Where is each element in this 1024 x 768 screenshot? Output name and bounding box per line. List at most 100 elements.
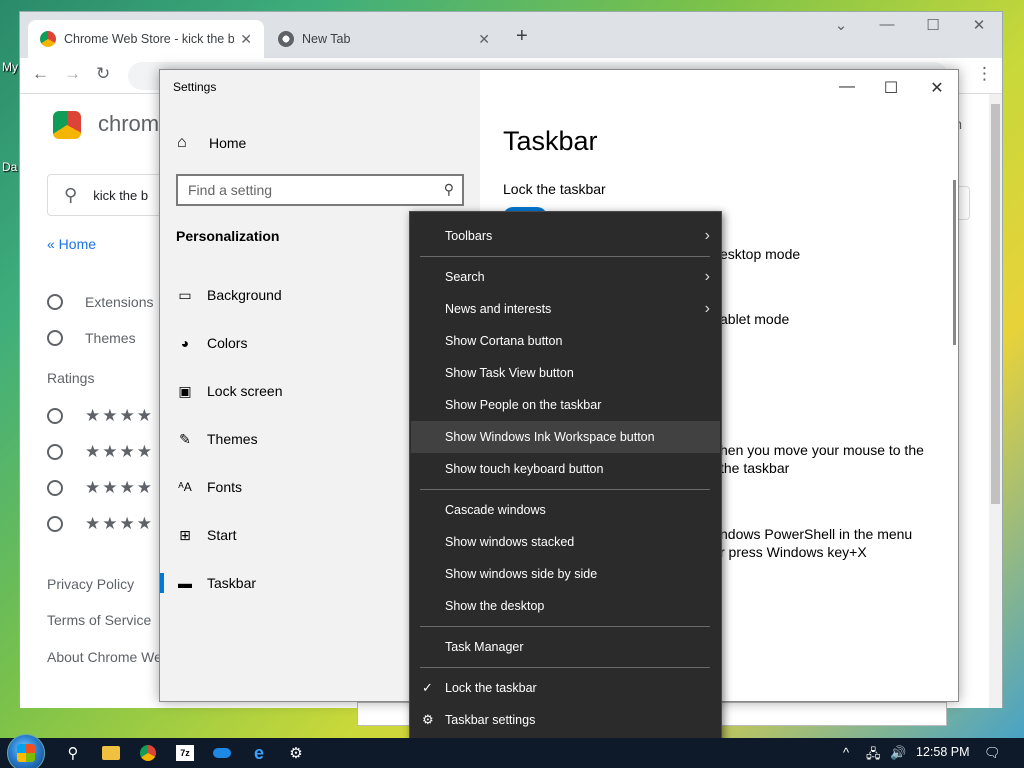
- menu-item-windows-stacked[interactable]: Show windows stacked: [411, 526, 720, 558]
- settings-gear-icon[interactable]: ⚙: [285, 743, 307, 763]
- find-setting-input[interactable]: Find a setting ⚲: [176, 174, 464, 206]
- menu-item-search[interactable]: Search ›: [411, 261, 720, 293]
- setting-label: esktop mode: [720, 246, 801, 262]
- tab-chrome-web-store[interactable]: Chrome Web Store - kick the bu ✕: [28, 20, 264, 58]
- terms-of-service-link[interactable]: Terms of Service: [47, 612, 151, 628]
- privacy-policy-link[interactable]: Privacy Policy: [47, 576, 134, 592]
- clock[interactable]: 12:58 PM: [916, 745, 970, 759]
- radio-button[interactable]: [47, 330, 63, 346]
- maximize-button[interactable]: ☐: [910, 16, 956, 34]
- chrome-web-store-icon: [40, 31, 56, 47]
- maximize-button[interactable]: ☐: [868, 78, 914, 98]
- reload-icon[interactable]: ↻: [96, 64, 110, 84]
- menu-item-show-people[interactable]: Show People on the taskbar: [411, 389, 720, 421]
- menu-item-label: News and interests: [445, 302, 552, 316]
- setting-label: hen you move your mouse to the: [720, 442, 924, 458]
- menu-item-cascade-windows[interactable]: Cascade windows: [411, 494, 720, 526]
- radio-button[interactable]: [47, 444, 63, 460]
- rating-filter[interactable]: ★★★★: [47, 406, 154, 426]
- menu-item-label: Show Windows Ink Workspace button: [445, 430, 655, 444]
- menu-item-label: Show windows side by side: [445, 567, 598, 581]
- menu-item-label: Show Task View button: [445, 366, 574, 380]
- themes-icon: ✎: [179, 430, 191, 447]
- chrome-icon: [278, 31, 294, 47]
- menu-item-show-task-view[interactable]: Show Task View button: [411, 357, 720, 389]
- menu-item-show-windows-ink[interactable]: Show Windows Ink Workspace button: [411, 421, 720, 453]
- tab-new-tab[interactable]: New Tab ✕: [266, 20, 502, 58]
- radio-button[interactable]: [47, 480, 63, 496]
- nav-item-label: Fonts: [207, 479, 243, 495]
- new-tab-button[interactable]: +: [516, 25, 528, 48]
- back-icon[interactable]: ←: [32, 64, 49, 84]
- menu-divider: [420, 489, 710, 490]
- settings-home-link[interactable]: ⌂ Home: [177, 134, 246, 152]
- setting-label: the taskbar: [720, 460, 790, 476]
- desktop-icon-label[interactable]: Da: [2, 160, 17, 174]
- menu-item-lock-taskbar[interactable]: ✓ Lock the taskbar: [411, 672, 720, 704]
- lock-taskbar-label: Lock the taskbar: [503, 181, 606, 197]
- menu-item-windows-side-by-side[interactable]: Show windows side by side: [411, 558, 720, 590]
- network-icon[interactable]: 🖧: [866, 745, 881, 767]
- nav-item-label: Taskbar: [207, 575, 257, 591]
- notifications-icon[interactable]: 🗨: [984, 745, 1001, 761]
- scrollbar-thumb[interactable]: [991, 104, 1000, 504]
- radio-button[interactable]: [47, 294, 63, 310]
- menu-item-news-and-interests[interactable]: News and interests ›: [411, 293, 720, 325]
- palette-icon: ◕: [180, 335, 190, 351]
- setting-label: ablet mode: [720, 311, 790, 327]
- lock-screen-icon: ▣: [178, 382, 192, 399]
- search-icon: ⚲: [64, 184, 78, 205]
- home-link[interactable]: « Home: [47, 236, 96, 252]
- close-tab-icon[interactable]: ✕: [478, 31, 490, 48]
- search-icon[interactable]: ⚲: [62, 743, 84, 763]
- minimize-button[interactable]: —: [864, 16, 910, 33]
- menu-item-show-touch-keyboard[interactable]: Show touch keyboard button: [411, 453, 720, 485]
- close-tab-icon[interactable]: ✕: [240, 31, 252, 48]
- tray-chevron-icon[interactable]: ^: [843, 745, 849, 760]
- desktop-icon-label[interactable]: My: [2, 60, 18, 74]
- onedrive-icon[interactable]: [211, 743, 233, 763]
- close-button[interactable]: ✕: [956, 16, 1002, 34]
- setting-label: r press Windows key+X: [720, 544, 867, 560]
- setting-label: ndows PowerShell in the menu: [720, 526, 913, 542]
- ratings-title: Ratings: [47, 370, 95, 386]
- menu-item-label: Show the desktop: [445, 599, 545, 613]
- content-scrollbar[interactable]: [953, 180, 956, 345]
- minimize-button[interactable]: —: [824, 78, 870, 96]
- category-themes[interactable]: Themes: [47, 330, 136, 346]
- page-scrollbar[interactable]: [989, 94, 1002, 708]
- nav-item-label: Lock screen: [207, 383, 283, 399]
- file-explorer-icon[interactable]: [100, 743, 122, 763]
- chrome-icon[interactable]: [137, 743, 159, 763]
- volume-icon[interactable]: 🔊: [890, 745, 906, 761]
- chevron-right-icon: ›: [704, 268, 710, 285]
- 7zip-icon[interactable]: 7z: [174, 743, 196, 763]
- radio-button[interactable]: [47, 516, 63, 532]
- menu-item-toolbars[interactable]: Toolbars ›: [411, 220, 720, 252]
- taskbar-context-menu: Toolbars › Search › News and interests ›…: [409, 211, 722, 745]
- search-value: kick the b: [93, 187, 149, 203]
- gear-icon: ⚙: [422, 712, 434, 727]
- rating-filter[interactable]: ★★★★: [47, 442, 154, 462]
- close-button[interactable]: ✕: [914, 78, 960, 98]
- category-extensions[interactable]: Extensions: [47, 294, 153, 310]
- menu-item-show-cortana[interactable]: Show Cortana button: [411, 325, 720, 357]
- star-rating-icon: ★★★★: [85, 514, 154, 533]
- menu-item-show-desktop[interactable]: Show the desktop: [411, 590, 720, 622]
- menu-item-task-manager[interactable]: Task Manager: [411, 631, 720, 663]
- menu-divider: [420, 626, 710, 627]
- settings-window-title: Settings: [173, 80, 217, 94]
- radio-button[interactable]: [47, 408, 63, 424]
- internet-explorer-icon[interactable]: e: [248, 743, 270, 763]
- forward-icon[interactable]: →: [64, 64, 81, 84]
- windows-taskbar: ⚲ 7z e ⚙ ^ 🖧 🔊 12:58 PM 🗨: [0, 734, 1024, 768]
- chrome-menu-icon[interactable]: ⋮: [976, 64, 993, 84]
- rating-filter[interactable]: ★★★★: [47, 514, 154, 534]
- rating-filter[interactable]: ★★★★: [47, 478, 154, 498]
- start-button[interactable]: [7, 734, 45, 768]
- tab-search-icon[interactable]: ⌄: [818, 16, 864, 34]
- category-label: Themes: [85, 330, 136, 346]
- menu-item-taskbar-settings[interactable]: ⚙ Taskbar settings: [411, 704, 720, 736]
- about-chrome-web-store-link[interactable]: About Chrome We: [47, 649, 162, 665]
- start-icon: ⊞: [179, 526, 191, 543]
